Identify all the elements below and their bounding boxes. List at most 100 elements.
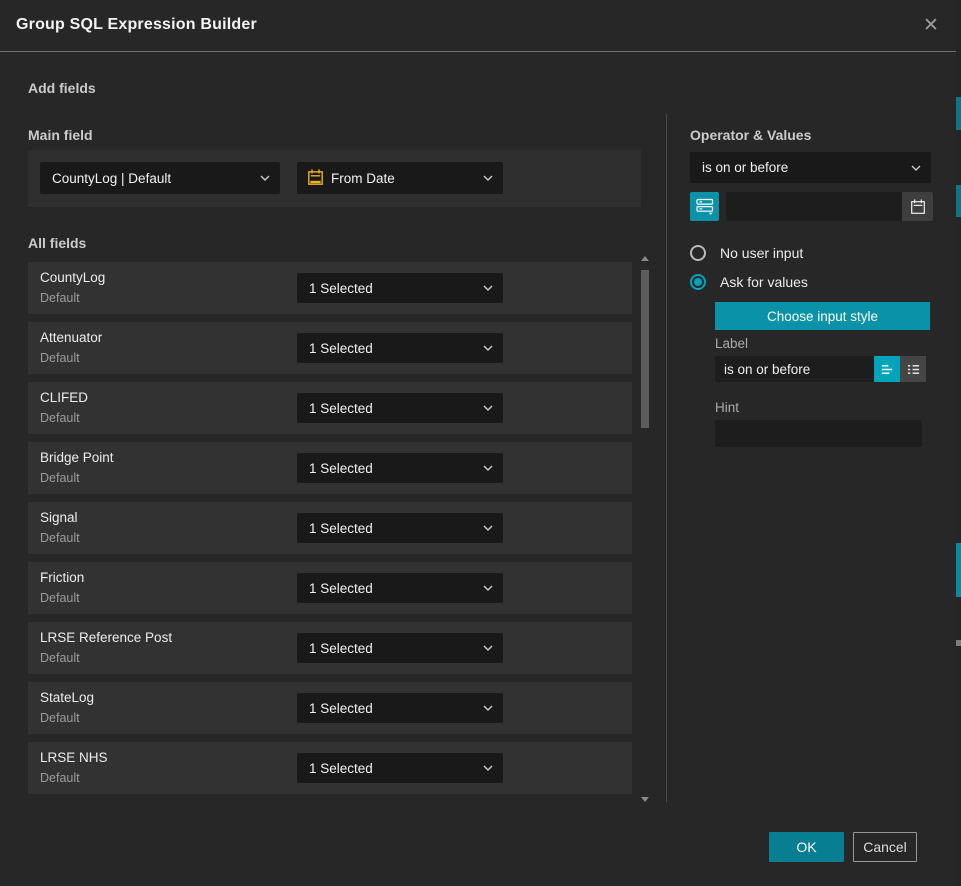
field-row: LRSE Reference Post Default 1 Selected [28, 622, 632, 674]
selected-count-label: 1 Selected [309, 641, 373, 656]
field-selected-dropdown[interactable]: 1 Selected [297, 333, 503, 363]
list-style-button[interactable] [900, 356, 926, 382]
background-app-edge [956, 0, 961, 886]
main-field-dropdown[interactable]: From Date [297, 162, 503, 194]
operator-dropdown-value: is on or before [702, 160, 788, 175]
scroll-down-icon[interactable] [641, 797, 649, 802]
main-field-dropdown-value: From Date [331, 171, 395, 186]
radio-label: No user input [720, 245, 803, 261]
selected-count-label: 1 Selected [309, 401, 373, 416]
field-row: Attenuator Default 1 Selected [28, 322, 632, 374]
layer-dropdown[interactable]: CountyLog | Default [40, 162, 280, 194]
field-row: StateLog Default 1 Selected [28, 682, 632, 734]
selected-count-label: 1 Selected [309, 341, 373, 356]
field-default-label: Default [40, 471, 80, 485]
add-fields-heading: Add fields [28, 80, 96, 96]
field-name: LRSE Reference Post [40, 630, 172, 645]
field-selected-dropdown[interactable]: 1 Selected [297, 753, 503, 783]
calendar-icon [910, 199, 926, 215]
field-row: CountyLog Default 1 Selected [28, 262, 632, 314]
field-name: Bridge Point [40, 450, 114, 465]
dialog-title: Group SQL Expression Builder [16, 16, 257, 34]
scrollbar-thumb[interactable] [641, 270, 649, 428]
cancel-button[interactable]: Cancel [853, 832, 917, 862]
field-row: Friction Default 1 Selected [28, 562, 632, 614]
choose-input-style-button[interactable]: Choose input style [715, 302, 930, 330]
calendar-icon [307, 169, 324, 186]
chevron-down-icon [483, 285, 493, 291]
main-field-panel: CountyLog | Default From Date [28, 150, 641, 207]
radio-no-user-input[interactable]: No user input [690, 243, 803, 263]
field-selected-dropdown[interactable]: 1 Selected [297, 693, 503, 723]
selected-count-label: 1 Selected [309, 521, 373, 536]
field-default-label: Default [40, 651, 80, 665]
value-input[interactable] [726, 192, 902, 221]
field-selected-dropdown[interactable]: 1 Selected [297, 513, 503, 543]
main-field-heading: Main field [28, 127, 93, 143]
field-name: CLIFED [40, 390, 88, 405]
field-default-label: Default [40, 531, 80, 545]
chevron-down-icon [483, 525, 493, 531]
field-name: LRSE NHS [40, 750, 108, 765]
edge-accent [956, 185, 961, 217]
close-icon[interactable]: ✕ [919, 14, 943, 38]
chevron-down-icon [911, 165, 921, 171]
field-selected-dropdown[interactable]: 1 Selected [297, 393, 503, 423]
list-scrollbar[interactable] [640, 254, 650, 804]
field-default-label: Default [40, 771, 80, 785]
chevron-down-icon [483, 645, 493, 651]
single-line-style-button[interactable] [874, 356, 900, 382]
edge-accent [956, 543, 961, 597]
selected-count-label: 1 Selected [309, 761, 373, 776]
radio-ask-for-values[interactable]: Ask for values [690, 272, 808, 292]
ok-button[interactable]: OK [769, 832, 844, 862]
chevron-down-icon [483, 345, 493, 351]
dialog-titlebar: Group SQL Expression Builder ✕ [0, 0, 961, 52]
field-name: Friction [40, 570, 84, 585]
field-row: Signal Default 1 Selected [28, 502, 632, 554]
operator-values-heading: Operator & Values [690, 127, 811, 143]
field-default-label: Default [40, 351, 80, 365]
value-calendar-button[interactable] [902, 192, 933, 221]
value-input-type-button[interactable] [690, 192, 719, 221]
chevron-down-icon [260, 175, 270, 181]
field-name: CountyLog [40, 270, 105, 285]
chevron-down-icon [483, 585, 493, 591]
radio-icon[interactable] [690, 245, 706, 261]
chevron-down-icon [483, 405, 493, 411]
operator-dropdown[interactable]: is on or before [690, 152, 931, 183]
field-row: CLIFED Default 1 Selected [28, 382, 632, 434]
field-name: Attenuator [40, 330, 102, 345]
align-left-icon [880, 363, 895, 376]
field-selected-dropdown[interactable]: 1 Selected [297, 633, 503, 663]
chevron-down-icon [483, 765, 493, 771]
label-input[interactable] [715, 356, 874, 382]
hint-input[interactable] [715, 420, 922, 447]
field-default-label: Default [40, 291, 80, 305]
field-default-label: Default [40, 411, 80, 425]
selected-count-label: 1 Selected [309, 581, 373, 596]
field-default-label: Default [40, 711, 80, 725]
radio-label: Ask for values [720, 274, 808, 290]
chevron-down-icon [483, 175, 493, 181]
field-name: Signal [40, 510, 78, 525]
panel-divider [666, 114, 667, 802]
field-selected-dropdown[interactable]: 1 Selected [297, 453, 503, 483]
hint-field-label: Hint [715, 400, 739, 415]
field-selected-dropdown[interactable]: 1 Selected [297, 273, 503, 303]
selected-count-label: 1 Selected [309, 461, 373, 476]
field-selected-dropdown[interactable]: 1 Selected [297, 573, 503, 603]
scroll-up-icon[interactable] [641, 256, 649, 261]
field-default-label: Default [40, 591, 80, 605]
all-fields-heading: All fields [28, 235, 86, 251]
edge-accent [956, 640, 961, 646]
selected-count-label: 1 Selected [309, 281, 373, 296]
chevron-down-icon [483, 705, 493, 711]
label-field-label: Label [715, 336, 748, 351]
edge-accent [956, 97, 961, 130]
field-row: LRSE NHS Default 1 Selected [28, 742, 632, 794]
field-row: Bridge Point Default 1 Selected [28, 442, 632, 494]
radio-icon[interactable] [690, 274, 706, 290]
selected-count-label: 1 Selected [309, 701, 373, 716]
field-name: StateLog [40, 690, 94, 705]
